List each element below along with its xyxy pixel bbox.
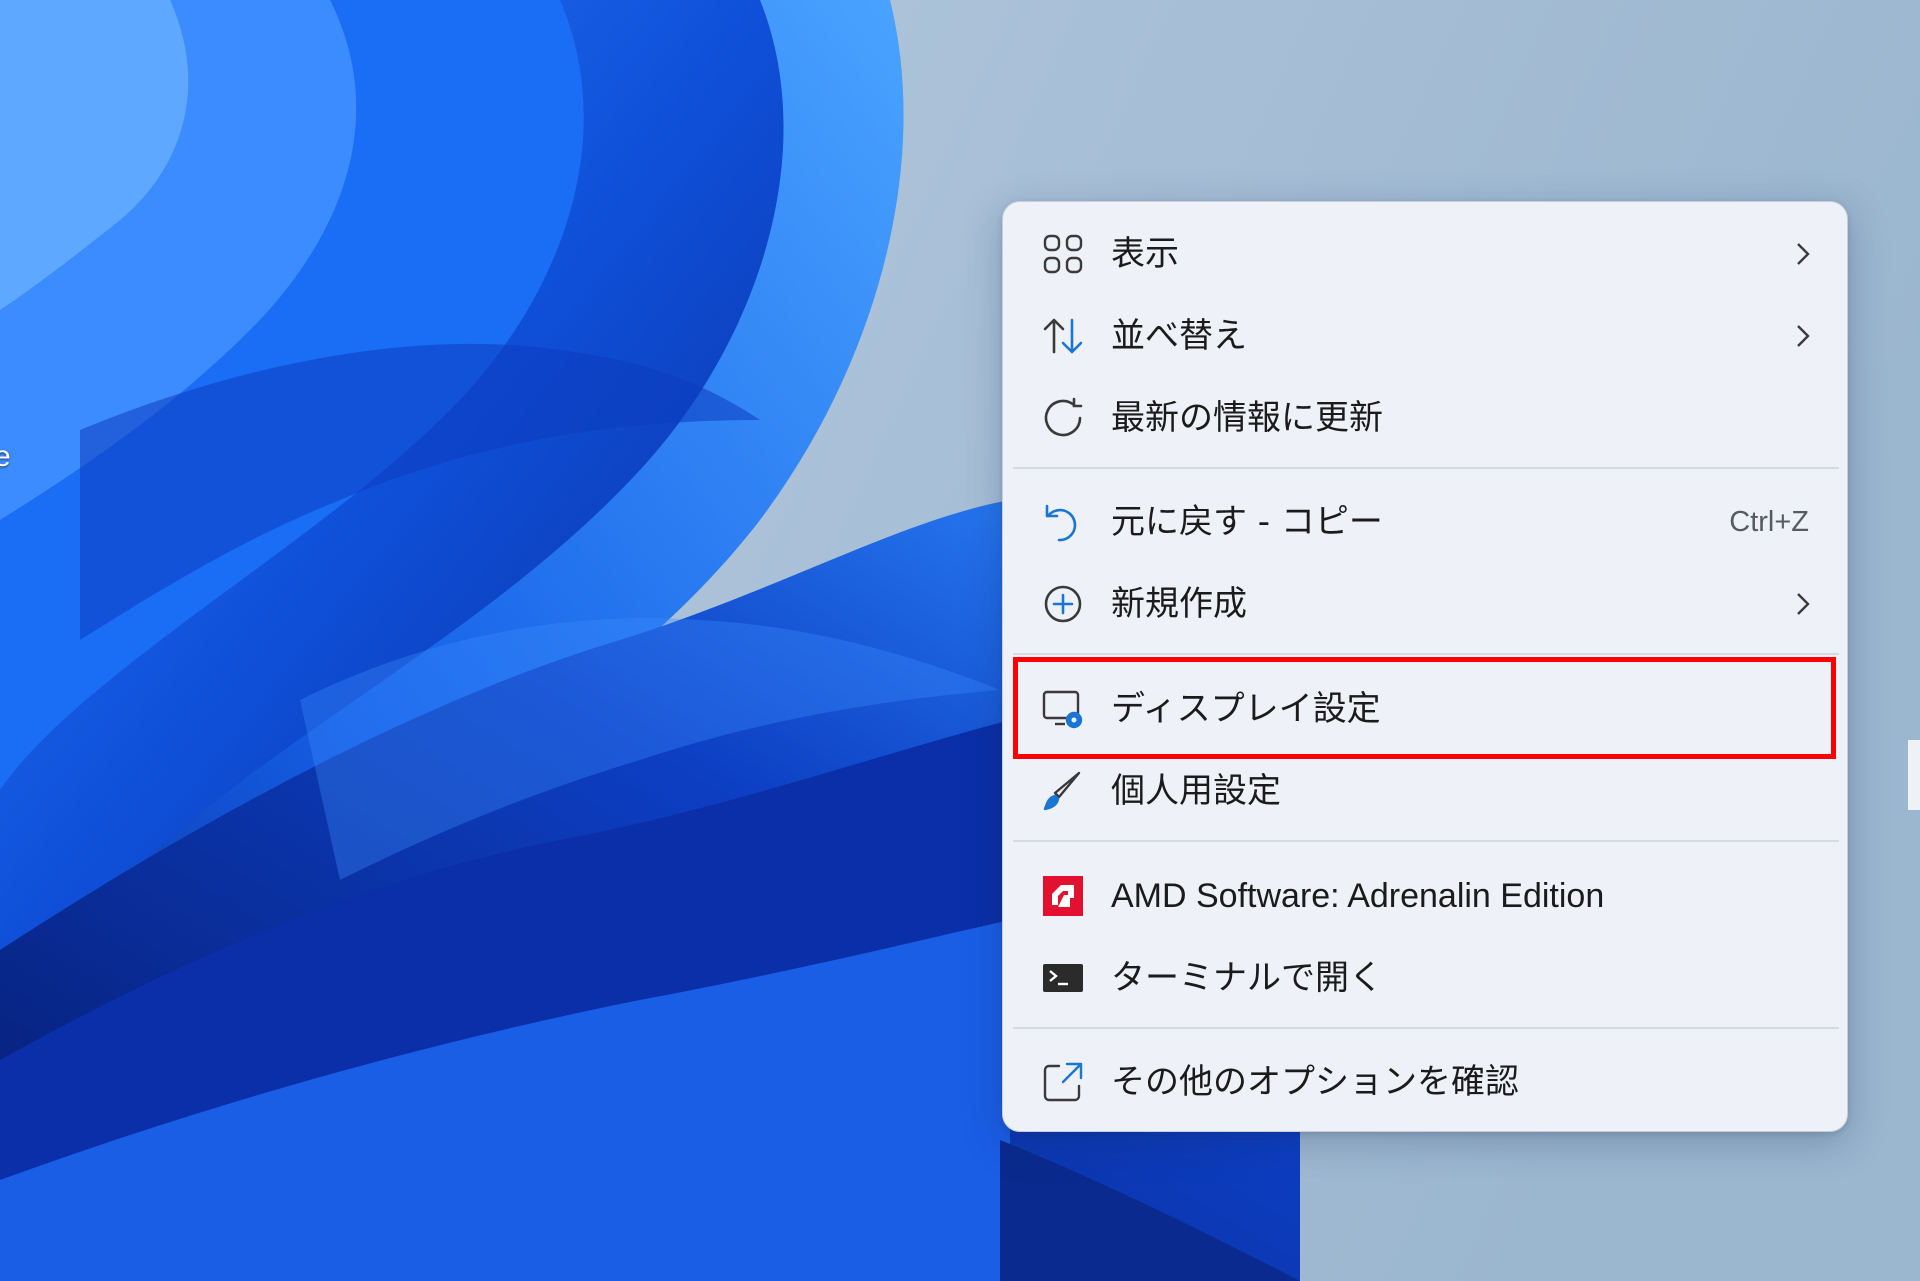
menu-item-personalize[interactable]: 個人用設定 [1003,751,1849,831]
menu-item-label: 新規作成 [1111,584,1247,624]
menu-item-open-terminal[interactable]: ターミナルで開く [1003,938,1849,1018]
more-options-icon [1041,1060,1085,1104]
menu-item-refresh[interactable]: 最新の情報に更新 [1003,378,1849,458]
undo-icon [1041,500,1085,544]
menu-item-amd-software[interactable]: AMD Software: Adrenalin Edition [1003,856,1849,936]
shortcut-text: Ctrl+Z [1729,506,1809,538]
amd-logo-icon [1041,874,1085,918]
desktop-icon-label-fragment[interactable]: e [0,440,11,474]
menu-item-new[interactable]: 新規作成 [1003,564,1849,644]
menu-item-label: 個人用設定 [1111,771,1281,811]
menu-item-label: 表示 [1111,234,1179,274]
paintbrush-icon [1041,769,1085,813]
chevron-right-icon [1791,314,1815,358]
add-circle-icon [1041,582,1085,626]
refresh-icon [1041,396,1085,440]
grid-view-icon [1041,232,1085,276]
menu-item-more-options[interactable]: その他のオプションを確認 [1003,1042,1849,1122]
menu-item-sort[interactable]: 並べ替え [1003,296,1849,376]
menu-separator [1013,840,1839,842]
menu-item-undo[interactable]: 元に戻す - コピー Ctrl+Z [1003,482,1849,562]
menu-item-label: 並べ替え [1111,316,1247,356]
sort-arrows-icon [1041,314,1085,358]
chevron-right-icon [1791,232,1815,276]
menu-separator [1013,653,1839,655]
menu-item-label: AMD Software: Adrenalin Edition [1111,877,1605,915]
menu-separator [1013,467,1839,469]
highlight-box [1013,657,1836,759]
window-edge [1908,740,1920,810]
menu-item-view[interactable]: 表示 [1003,214,1849,294]
menu-item-label: ターミナルで開く [1111,958,1383,998]
terminal-icon [1041,956,1085,1000]
menu-item-label: その他のオプションを確認 [1111,1062,1519,1102]
menu-item-label: 元に戻す - コピー [1111,502,1383,542]
menu-item-label: 最新の情報に更新 [1111,398,1383,438]
chevron-right-icon [1791,582,1815,626]
menu-separator [1013,1027,1839,1029]
